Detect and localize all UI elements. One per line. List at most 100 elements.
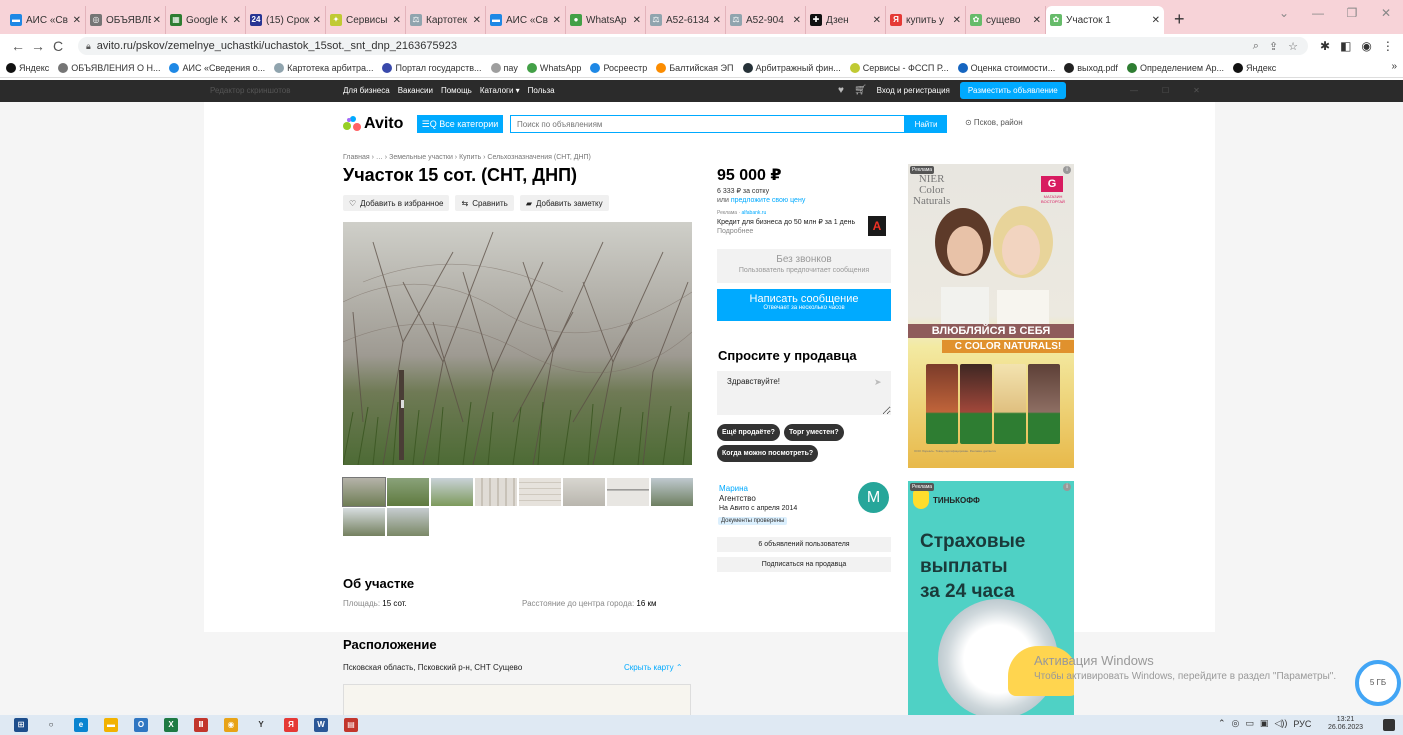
offer-price-link[interactable]: предложите свою цену (731, 197, 805, 204)
system-clock[interactable]: 13:21 26.06.2023 (1328, 716, 1363, 732)
garnier-ad-banner[interactable]: Реклама i NIER Color Naturals G МАГАЗИН … (908, 164, 1074, 468)
all-categories-button[interactable]: ☰Q Все категории (417, 115, 503, 133)
map-view[interactable] (343, 684, 691, 716)
notifications-icon[interactable] (1383, 719, 1395, 731)
browser-tab[interactable]: ✦ Сервисы ✕ (326, 6, 406, 34)
browser-tab[interactable]: ✚ Дзен ✕ (806, 6, 886, 34)
photo-thumbnail[interactable] (519, 478, 561, 506)
tab-close-icon[interactable]: ✕ (953, 15, 961, 26)
photo-thumbnail[interactable] (651, 478, 693, 506)
bookmark-item[interactable]: Определением Ар... (1126, 62, 1224, 73)
cart-icon[interactable]: 🛒︎ (854, 85, 867, 96)
top-nav-link[interactable]: Вакансии (398, 86, 433, 95)
tab-search-icon[interactable]: ⌄ (1267, 0, 1301, 26)
browser-tab[interactable]: ⚖ Картотек ✕ (406, 6, 486, 34)
bookmark-item[interactable]: Оценка стоимости... (957, 62, 1055, 73)
browser-tab[interactable]: ▦ Google K ✕ (166, 6, 246, 34)
write-message-button[interactable]: Написать сообщение Отвечает за несколько… (717, 289, 891, 321)
bookmark-item[interactable]: Яндекс (6, 62, 49, 73)
ad-source-link[interactable]: alfabank.ru (742, 210, 767, 216)
extensions-icon[interactable]: ✱ (1320, 39, 1330, 53)
bookmark-item[interactable]: Яндекс (1233, 62, 1276, 73)
start-icon[interactable]: ⊞ (14, 718, 28, 732)
tab-close-icon[interactable]: ✕ (313, 15, 321, 26)
tab-close-icon[interactable]: ✕ (873, 15, 881, 26)
tab-close-icon[interactable]: ✕ (233, 15, 241, 26)
compare-button[interactable]: ⇆ Сравнить (455, 195, 514, 211)
forward-icon[interactable]: → (28, 38, 48, 54)
file-explorer-icon[interactable]: ▬ (104, 718, 118, 732)
avito-logo[interactable]: Avito (343, 115, 403, 133)
outlook-icon[interactable]: O (134, 718, 148, 732)
new-tab-button[interactable]: + (1164, 6, 1195, 34)
seller-avatar[interactable]: М (858, 482, 889, 513)
tab-close-icon[interactable]: ✕ (793, 15, 801, 26)
bookmark-item[interactable]: Портал государств... (382, 62, 482, 73)
browser-tab[interactable]: Якупить у ✕ (886, 6, 966, 34)
ad-info-icon[interactable]: i (1063, 166, 1071, 174)
tab-close-icon[interactable]: ✕ (393, 15, 401, 26)
top-nav-link[interactable]: Каталоги ▾ (480, 86, 520, 95)
language-indicator[interactable]: РУС (1293, 719, 1311, 729)
user-ads-button[interactable]: 6 объявлений пользователя (717, 537, 891, 552)
tab-close-icon[interactable]: ✕ (1152, 15, 1160, 26)
bookmark-item[interactable]: Балтийская ЭП (656, 62, 734, 73)
tab-close-icon[interactable]: ✕ (1033, 15, 1041, 26)
pdf-icon[interactable]: ▤ (344, 718, 358, 732)
memory-badge[interactable]: 5 ГБ (1355, 660, 1401, 706)
heart-icon[interactable]: ♥ (838, 85, 844, 96)
reload-icon[interactable]: C (48, 38, 68, 54)
location-link[interactable]: ⊙ Псков, район (965, 118, 1023, 127)
top-nav-link[interactable]: Польза (528, 86, 555, 95)
bookmark-item[interactable]: ОБЪЯВЛЕНИЯ О Н... (58, 62, 160, 73)
credit-more-link[interactable]: Подробнее (717, 228, 753, 235)
tray-network-icon[interactable]: ▭ (1245, 718, 1254, 729)
tab-close-icon[interactable]: ✕ (553, 15, 561, 26)
app-icon[interactable]: Ⅱ (194, 718, 208, 732)
bookmark-item[interactable]: АИС «Сведения о... (169, 62, 265, 73)
browser-tab[interactable]: ◎ ОБЪЯВЛЕ ✕ (86, 6, 166, 34)
word-icon[interactable]: W (314, 718, 328, 732)
top-nav-link[interactable]: Для бизнеса (343, 86, 390, 95)
sidepanel-icon[interactable]: ◧ (1340, 39, 1351, 53)
photo-thumbnail[interactable] (342, 477, 386, 507)
browser-tab[interactable]: ▬ АИС «Св ✕ (6, 6, 86, 34)
ad-info-icon[interactable]: i (1063, 483, 1071, 491)
tray-display-icon[interactable]: ▣ (1260, 718, 1269, 729)
search-icon[interactable]: ○ (44, 718, 58, 732)
tab-close-icon[interactable]: ✕ (633, 15, 641, 26)
tab-close-icon[interactable]: ✕ (153, 15, 161, 26)
photo-thumbnail[interactable] (387, 508, 429, 536)
quick-question-chip[interactable]: Ещё продаёте? (717, 424, 780, 441)
bookmark-item[interactable]: Картотека арбитра... (274, 62, 373, 73)
tray-app-icon[interactable]: ◎ (1232, 718, 1240, 729)
photo-thumbnail[interactable] (563, 478, 605, 506)
seller-name-link[interactable]: Марина (719, 484, 748, 493)
send-icon[interactable]: ➤ (874, 377, 882, 388)
browser-tab[interactable]: ⚖ A52-904 ✕ (726, 6, 806, 34)
find-button[interactable]: Найти (905, 115, 947, 133)
chrome-icon[interactable]: ◉ (224, 718, 238, 732)
menu-icon[interactable]: ⋮ (1382, 39, 1394, 53)
profile-icon[interactable]: ◉ (1361, 39, 1371, 53)
back-icon[interactable]: ← (8, 38, 28, 54)
browser-tab[interactable]: ✿ сущево ✕ (966, 6, 1046, 34)
photo-thumbnail[interactable] (431, 478, 473, 506)
add-note-button[interactable]: ▰ Добавить заметку (519, 195, 609, 211)
login-link[interactable]: Вход и регистрация (877, 86, 950, 95)
alfabank-logo[interactable]: А (868, 216, 886, 236)
yandex-icon[interactable]: Я (284, 718, 298, 732)
quick-question-chip[interactable]: Когда можно посмотреть? (717, 445, 819, 462)
quick-question-chip[interactable]: Торг уместен? (783, 424, 844, 441)
zoom-icon[interactable]: ⌕ (1253, 40, 1259, 53)
bookmarks-more-icon[interactable]: » (1391, 61, 1397, 72)
tab-close-icon[interactable]: ✕ (73, 15, 81, 26)
browser-tab[interactable]: ⚖ A52-6134 ✕ (646, 6, 726, 34)
tab-close-icon[interactable]: ✕ (473, 15, 481, 26)
url-input[interactable]: 🔒︎ avito.ru/pskov/zemelnye_uchastki/ucha… (78, 37, 1308, 55)
volume-icon[interactable]: ◁)) (1274, 718, 1287, 729)
star-icon[interactable]: ☆ (1288, 40, 1298, 53)
share-icon[interactable]: ⇪ (1269, 40, 1278, 53)
credit-ad-text[interactable]: Кредит для бизнеса до 50 млн ₽ за 1 день… (717, 218, 857, 236)
bookmark-item[interactable]: Арбитражный фин... (742, 62, 841, 73)
